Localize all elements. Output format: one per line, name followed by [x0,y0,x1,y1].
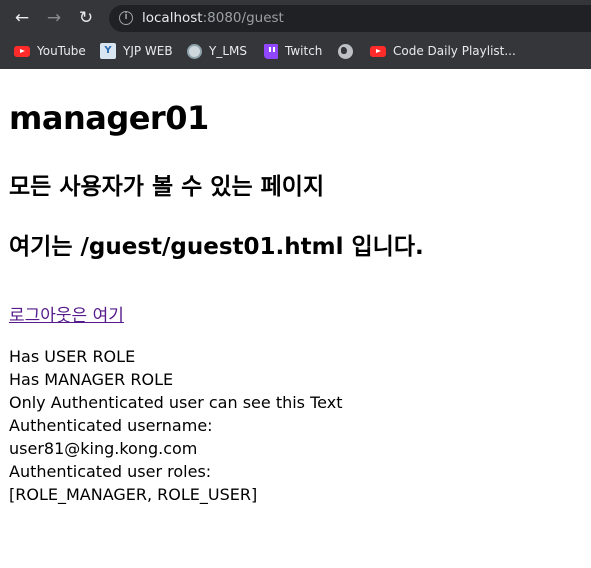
bookmark-twitch[interactable]: Twitch [264,42,322,60]
url-path: :8080/guest [202,10,284,26]
role-manager-text: Has MANAGER ROLE [9,370,174,389]
bookmark-code-daily-playlist[interactable]: Code Daily Playlist... [370,42,516,60]
bookmark-y-lms[interactable]: Y_LMS [187,42,247,60]
ylms-icon [187,43,202,59]
info-icon[interactable]: i [119,11,133,25]
logout-link[interactable]: 로그아웃은 여기 [9,301,124,326]
bookmark-label: Twitch [285,44,323,58]
yjp-icon: Y [100,43,116,59]
username-label: Authenticated username: [9,416,213,435]
authenticated-notice: Only Authenticated user can see this Tex… [9,393,343,412]
browser-toolbar: ← → ↻ i localhost:8080/guest [0,0,591,36]
page-location-heading: 여기는 /guest/guest01.html 입니다. [9,234,424,260]
roles-value: [ROLE_MANAGER, ROLE_USER] [9,485,258,504]
username-value: user81@king.kong.com [9,439,198,458]
bookmarks-bar: YouTube Y YJP WEB Y_LMS Twitch Code Dail… [0,38,591,64]
reload-icon[interactable]: ↻ [75,7,97,29]
youtube-icon [14,45,30,57]
address-bar[interactable]: i localhost:8080/guest [109,5,591,32]
url-host: localhost [142,10,203,26]
browser-chrome: ← → ↻ i localhost:8080/guest YouTube Y Y… [0,0,591,69]
bookmark-label: Code Daily Playlist... [393,44,516,58]
page-subtitle: 모든 사용자가 볼 수 있는 페이지 [9,174,325,200]
bookmark-label: YJP WEB [123,44,173,58]
auth-info: Has USER ROLE Has MANAGER ROLE Only Auth… [9,345,342,506]
page-title: manager01 [9,99,209,137]
bookmark-yjp-web[interactable]: Y YJP WEB [100,42,173,60]
youtube-icon [370,45,386,57]
bookmark-youtube[interactable]: YouTube [14,42,86,60]
role-user-text: Has USER ROLE [9,347,136,366]
roles-label: Authenticated user roles: [9,462,212,481]
twitch-icon [264,43,278,59]
globe-icon [338,43,353,59]
bookmark-globe[interactable] [338,42,353,60]
back-arrow-icon[interactable]: ← [11,7,33,29]
url-text[interactable]: localhost:8080/guest [142,10,284,26]
bookmark-label: Y_LMS [209,44,247,58]
bookmark-label: YouTube [37,44,86,58]
forward-arrow-icon[interactable]: → [43,7,65,29]
